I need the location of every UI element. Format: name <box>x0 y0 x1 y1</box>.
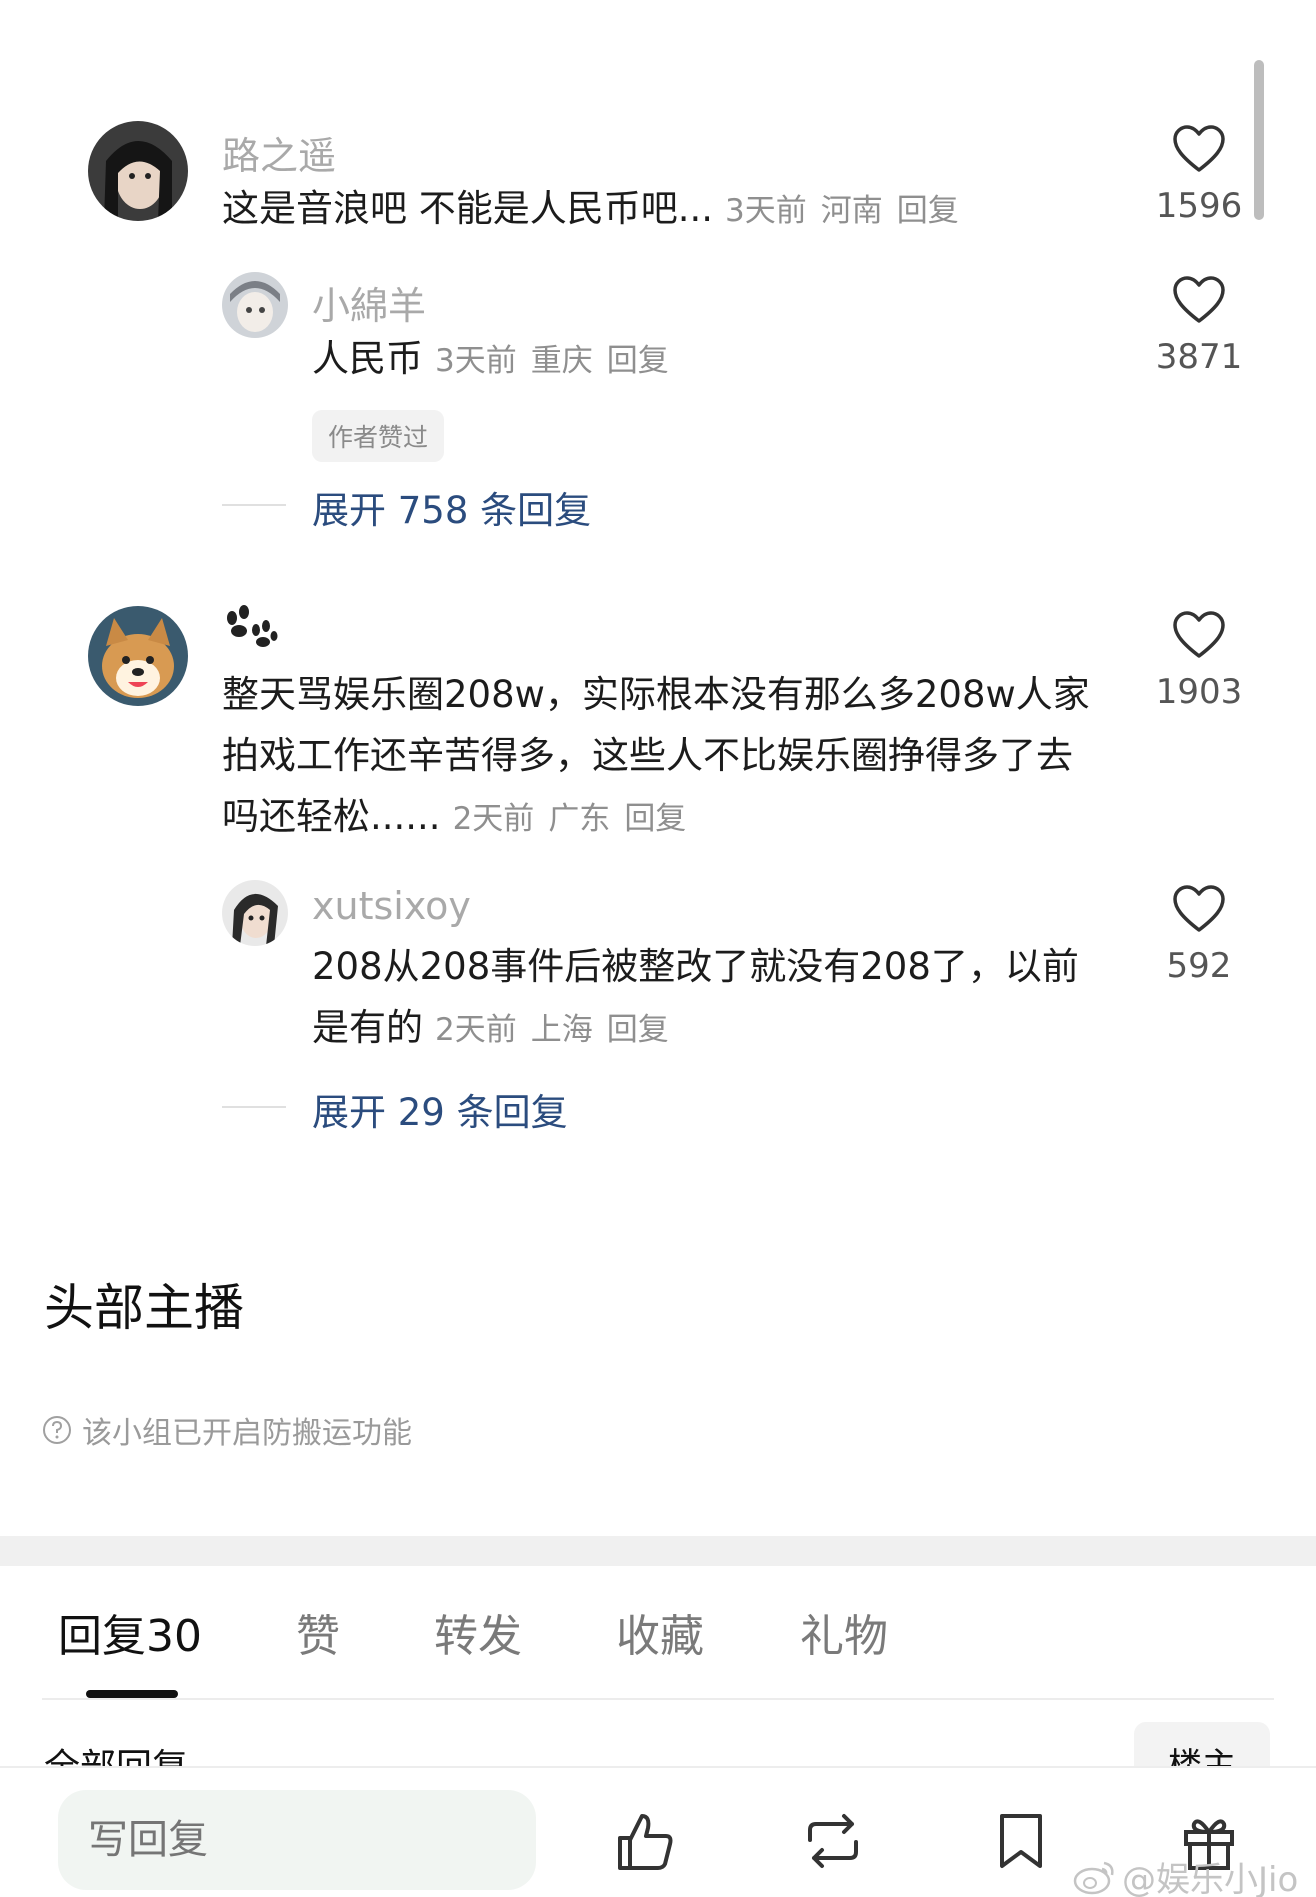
heart-icon <box>1173 885 1225 932</box>
expand-replies-link[interactable]: 展开 29 条回复 <box>312 1082 568 1136</box>
expand-divider <box>222 1106 286 1108</box>
op-only-filter[interactable]: 楼主 <box>1134 1722 1270 1766</box>
tabs-divider <box>42 1698 1274 1700</box>
comment-text: 这是音浪吧 不能是人民币吧... <box>222 187 714 230</box>
avatar-user-2[interactable] <box>222 272 288 338</box>
comment-username[interactable]: 路之遥 <box>222 125 336 180</box>
comment-username[interactable]: 小綿羊 <box>312 275 426 330</box>
comment-text: 人民币 <box>312 337 423 380</box>
comment-location: 广东 <box>548 801 611 837</box>
weibo-watermark: @娱乐小Jio <box>1072 1852 1298 1897</box>
app-screen: 路之遥 这是音浪吧 不能是人民币吧... 3天前 河南 回复 1596 小綿羊 人民币… <box>0 0 1316 1897</box>
comment-location: 上海 <box>530 1012 593 1048</box>
tab-reposts[interactable]: 转发 <box>434 1600 522 1664</box>
avatar-photo-icon <box>222 272 288 338</box>
comment-time: 2天前 <box>435 1012 517 1048</box>
heart-icon <box>1173 276 1225 323</box>
like-count: 1903 <box>1155 672 1243 712</box>
comment-username[interactable]: xutsixoy <box>312 884 471 928</box>
reply-link[interactable]: 回复 <box>624 801 686 837</box>
comment-username[interactable] <box>222 604 278 661</box>
like-button[interactable]: 592 <box>1144 884 1254 986</box>
comment-time: 3天前 <box>435 343 517 379</box>
bookmark-icon[interactable] <box>988 1808 1054 1874</box>
section-divider <box>0 1536 1316 1566</box>
tab-replies[interactable]: 回复30 <box>58 1600 202 1664</box>
comment-location: 河南 <box>820 193 883 229</box>
watermark-text: @娱乐小Jio <box>1122 1860 1299 1897</box>
reply-input[interactable] <box>58 1790 536 1890</box>
all-replies-heading: 全部回复 <box>44 1738 188 1766</box>
comment-location: 重庆 <box>530 343 593 379</box>
author-liked-badge: 作者赞过 <box>312 410 445 462</box>
avatar-user-4[interactable] <box>222 880 288 946</box>
avatar-photo-icon <box>88 606 188 706</box>
comment-body: 人民币 3天前 重庆 回复 <box>312 328 1092 392</box>
comment-body: 这是音浪吧 不能是人民币吧... 3天前 河南 回复 <box>222 178 1092 242</box>
comment-body: 整天骂娱乐圈208w，实际根本没有那么多208w人家拍戏工作还辛苦得多，这些人不… <box>222 664 1102 850</box>
tab-favorites[interactable]: 收藏 <box>616 1600 704 1664</box>
comment-time: 3天前 <box>725 193 807 229</box>
comment-time: 2天前 <box>452 801 535 837</box>
avatar-photo-icon <box>88 121 188 221</box>
like-button[interactable]: 1596 <box>1144 124 1254 226</box>
avatar-user-1[interactable] <box>88 121 188 221</box>
section-title: 头部主播 <box>44 1279 244 1337</box>
scrollbar[interactable] <box>1254 60 1264 220</box>
expand-divider <box>222 504 286 506</box>
tab-gifts[interactable]: 礼物 <box>800 1600 888 1664</box>
like-button[interactable]: 1903 <box>1144 610 1254 712</box>
op-only-label: 楼主 <box>1168 1746 1236 1766</box>
reply-link[interactable]: 回复 <box>897 193 959 229</box>
heart-icon <box>1173 125 1225 172</box>
paw-icon <box>227 605 278 647</box>
like-count: 3871 <box>1155 337 1243 377</box>
reply-link[interactable]: 回复 <box>607 343 669 379</box>
avatar-user-3[interactable] <box>88 606 188 706</box>
help-circle-icon <box>43 1416 71 1444</box>
notice-text: 该小组已开启防搬运功能 <box>82 1416 412 1451</box>
like-button[interactable]: 3871 <box>1144 275 1254 377</box>
anti-repost-notice: 该小组已开启防搬运功能 <box>42 1408 412 1452</box>
comment-body: 208从208事件后被整改了就没有208了，以前是有的 2天前 上海 回复 <box>312 936 1112 1061</box>
weibo-logo-icon <box>1073 1861 1114 1894</box>
like-count: 1596 <box>1155 186 1243 226</box>
reply-link[interactable]: 回复 <box>607 1012 669 1048</box>
avatar-photo-icon <box>222 880 288 946</box>
expand-replies-link[interactable]: 展开 758 条回复 <box>312 480 591 534</box>
tab-bar: 回复30 赞 转发 收藏 礼物 <box>0 1600 1316 1700</box>
heart-icon <box>1173 611 1225 658</box>
tab-likes[interactable]: 赞 <box>296 1600 340 1664</box>
active-tab-indicator <box>86 1690 178 1698</box>
thumbs-up-icon[interactable] <box>612 1808 678 1874</box>
comment-text: 208从208事件后被整改了就没有208了，以前是有的 <box>312 945 1079 1049</box>
repost-icon[interactable] <box>800 1808 866 1874</box>
like-count: 592 <box>1166 946 1232 986</box>
